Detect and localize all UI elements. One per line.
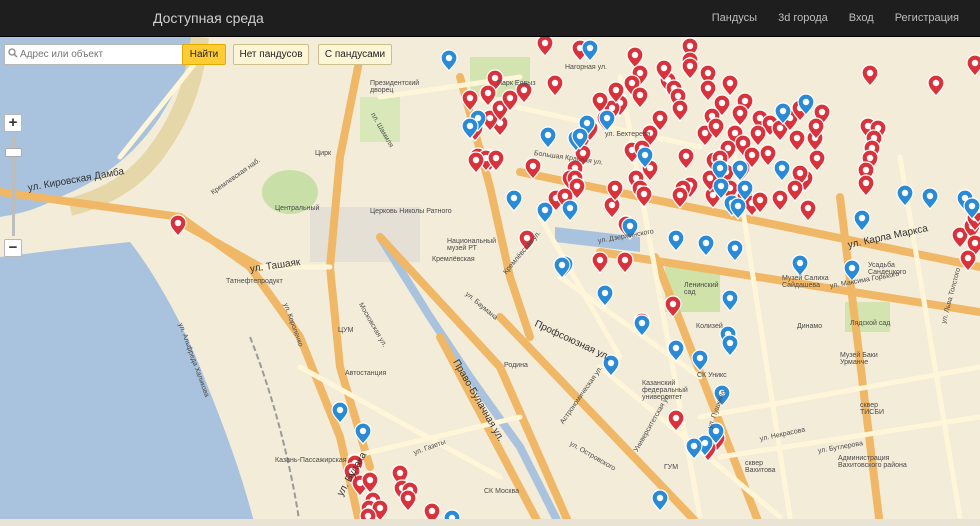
poi-label-tsirk: Цирк bbox=[315, 150, 332, 157]
poi-label-tsentralny: Центральный bbox=[275, 205, 320, 212]
filter-with-ramps-button[interactable]: С пандусами bbox=[318, 44, 392, 65]
map-footer-strip bbox=[0, 519, 980, 526]
poi-label-lyadskoy: Лядской сад bbox=[850, 320, 891, 327]
kremlin-area bbox=[310, 207, 420, 262]
zoom-in-button[interactable]: + bbox=[4, 114, 22, 132]
poi-label-skver-tisbi: сквер ТИСБИ bbox=[860, 402, 884, 416]
poi-label-gum: ГУМ bbox=[664, 464, 679, 471]
poi-label-tsum: ЦУМ bbox=[338, 327, 354, 334]
poi-label-kfu: Казанский федеральный университет bbox=[642, 380, 688, 401]
poi-label-kolizey: Колизей bbox=[696, 323, 723, 330]
poi-label-usadba: Усадьба Сандецкого bbox=[868, 262, 907, 276]
street-label-bekhtereva: ул. Бехтерева bbox=[605, 131, 651, 138]
search-icon bbox=[8, 48, 18, 58]
poi-label-church-nikolay: Церковь Николы Ратного bbox=[370, 208, 452, 215]
top-navbar: Доступная среда Пандусы 3d города Вход Р… bbox=[0, 0, 980, 37]
poi-label-kazan-passazhirskaya: Казань-Пассажирская bbox=[275, 457, 347, 464]
filter-no-ramps-button[interactable]: Нет пандусов bbox=[233, 44, 309, 65]
find-button[interactable]: Найти bbox=[182, 44, 226, 65]
nav-link-register[interactable]: Регистрация bbox=[895, 12, 959, 24]
poi-label-museum-salikh: Музей Салиха Сайдашева bbox=[782, 275, 829, 289]
poi-label-dinamo: Динамо bbox=[797, 323, 823, 330]
poi-label-sk-unics: СК Уникс bbox=[697, 372, 727, 379]
app-title[interactable]: Доступная среда bbox=[153, 10, 264, 26]
nav-menu: Пандусы 3d города Вход Регистрация bbox=[691, 12, 959, 24]
poi-label-rodina: Родина bbox=[504, 362, 528, 369]
nav-link-login[interactable]: Вход bbox=[849, 12, 874, 24]
poi-label-sk-moskva: СК Москва bbox=[484, 488, 519, 495]
street-label-nagornaya: Нагорная ул. bbox=[565, 64, 608, 71]
poi-label-skver-vakhitova: сквер Вахитова bbox=[745, 460, 776, 474]
zoom-slider-handle[interactable] bbox=[5, 148, 22, 157]
nav-link-ramps[interactable]: Пандусы bbox=[712, 12, 757, 24]
zoom-out-button[interactable]: − bbox=[4, 239, 22, 257]
poi-label-lenin-garden: Ленинский сад bbox=[684, 282, 719, 296]
poi-label-park: Парк Елвыз bbox=[497, 80, 536, 87]
poi-label-tatneft: Татнефтепродукт bbox=[226, 278, 283, 285]
poi-label-avtostantsiya: Автостанция bbox=[345, 370, 387, 377]
nav-link-3d-cities[interactable]: 3d города bbox=[778, 12, 828, 24]
metro-label-kremlevskaya: Кремлёвская bbox=[432, 256, 475, 263]
poi-label-museum-baki: Музей Баки Урманче bbox=[840, 352, 878, 366]
poi-label-administratsiya: Администрация Вахитовского района bbox=[838, 455, 907, 469]
search-input[interactable] bbox=[4, 44, 183, 65]
poi-label-museum-rt: Национальный музей РТ bbox=[447, 238, 497, 252]
poi-label-presidential-palace: Президентский дворец bbox=[370, 80, 420, 94]
